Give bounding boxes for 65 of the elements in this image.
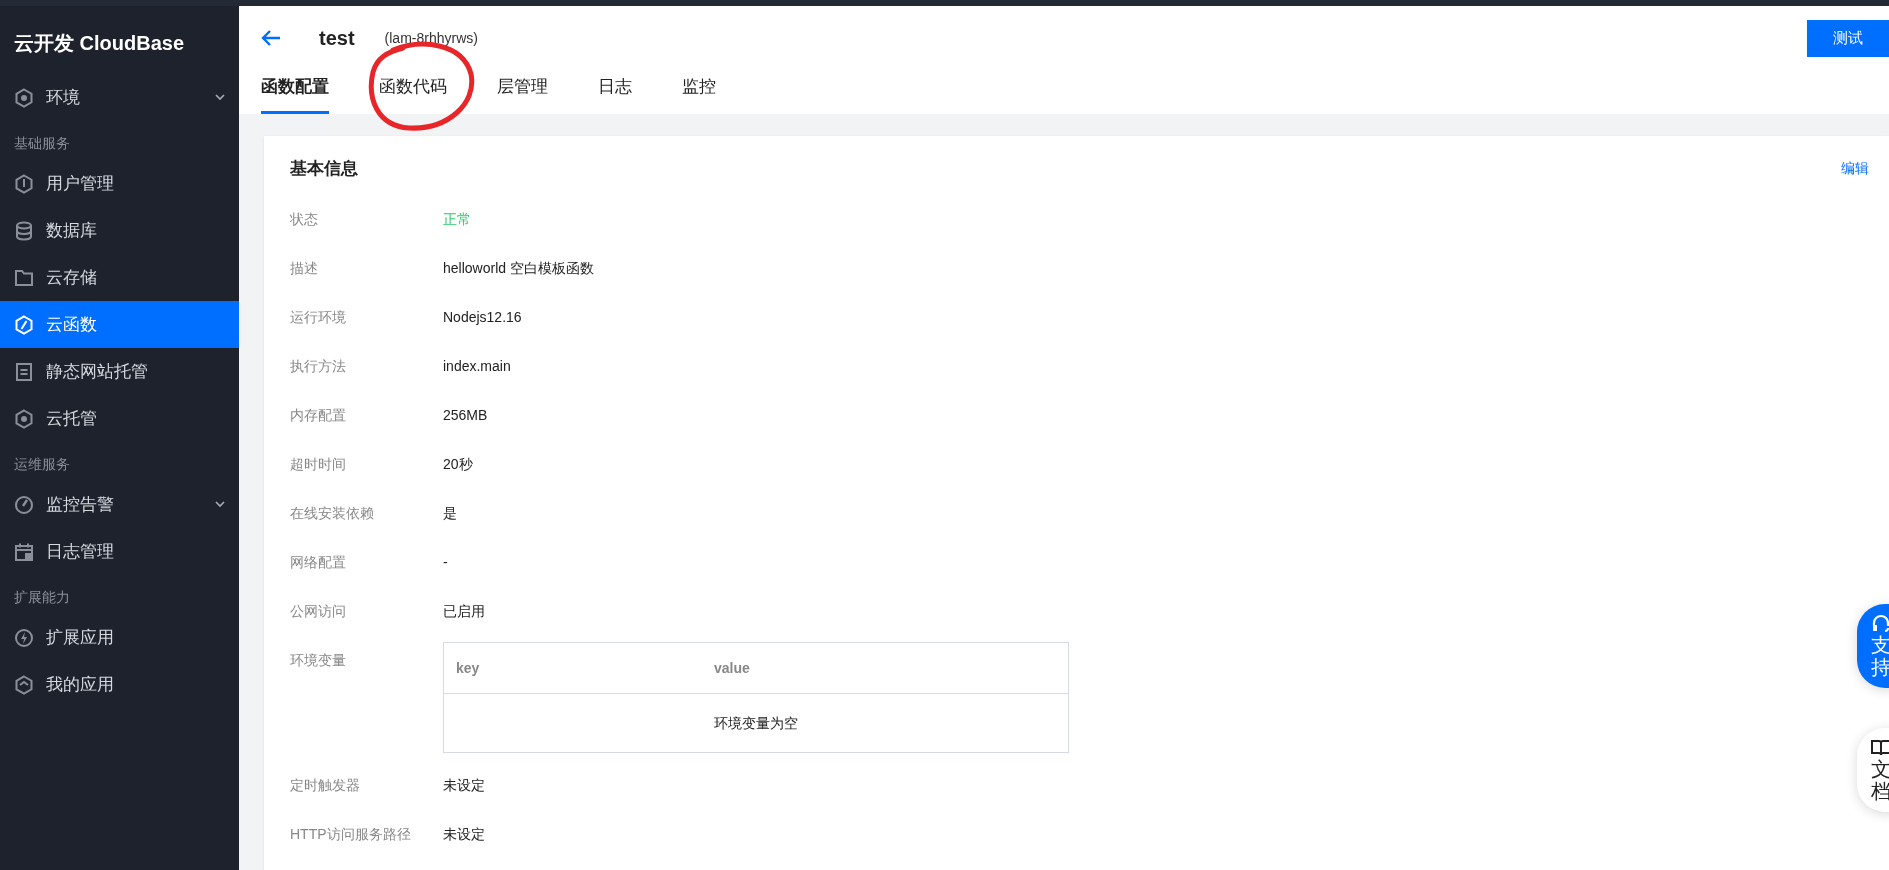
field-label: 网络配置 [290,553,347,572]
tab[interactable]: 监控 [682,64,716,114]
folder-icon [14,267,34,288]
section-heading: 运维服务 [13,455,71,474]
section-heading: 基础服务 [13,134,71,153]
edit-link[interactable]: 编辑 [1841,157,1869,179]
sidebar-item[interactable]: 数据库 [0,207,239,254]
database-icon [14,220,34,241]
field-label: 公网访问 [290,602,347,621]
tab[interactable]: 层管理 [497,64,548,114]
sidebar-item[interactable]: 监控告警 [0,481,239,528]
gauge-icon [14,494,34,515]
field-label: 描述 [290,259,319,278]
field-value: 未设定 [443,776,485,795]
tab[interactable]: 函数代码 [379,64,447,114]
field-value: 256MB [443,406,488,425]
tab[interactable]: 函数配置 [261,64,329,114]
back-arrow-icon[interactable] [261,29,281,47]
field-value: 未设定 [443,825,485,844]
hexagon-icon [14,87,34,108]
section-title: 基本信息 [290,157,358,180]
sidebar-item[interactable]: 我的应用 [0,661,239,708]
tab[interactable]: 日志 [598,64,632,114]
sidebar-item[interactable]: 日志管理 [0,528,239,575]
column-header: key [455,658,481,678]
field-value: helloworld 空白模板函数 [443,259,594,278]
column-header: value [714,658,750,678]
sidebar-item[interactable]: 静态网站托管 [0,348,239,395]
empty-message: 环境变量为空 [714,713,798,733]
field-label: 定时触发器 [290,776,361,795]
field-label: 内存配置 [290,406,347,425]
field-value: 已启用 [443,602,485,621]
lightning-icon [14,627,34,648]
brand-logo-text: 云开发 CloudBase [13,31,186,56]
calendar-icon [14,541,34,562]
box-icon [14,674,34,695]
sidebar-item[interactable]: 云存储 [0,254,239,301]
function-title: test [319,26,355,51]
document-icon [14,361,34,382]
field-value: 20秒 [443,455,473,474]
field-value: 是 [443,504,457,523]
book-icon [1871,738,1889,758]
sidebar-item[interactable]: 扩展应用 [0,614,239,661]
field-label: 在线安装依赖 [290,504,375,523]
field-value: Nodejs12.16 [443,308,522,327]
headset-icon [1871,614,1889,634]
field-value: index.main [443,357,511,376]
field-label: HTTP访问服务路径 [290,825,412,844]
hexagon-icon [14,408,34,429]
section-heading: 扩展能力 [13,588,71,607]
field-label: 运行环境 [290,308,347,327]
field-label: 执行方法 [290,357,347,376]
field-value: - [443,553,448,572]
shield-user-icon [14,173,34,194]
function-id: (lam-8rhhyrws) [384,28,478,48]
field-label: 状态 [290,210,319,229]
sidebar-item[interactable]: 用户管理 [0,160,239,207]
status-value: 正常 [443,210,471,229]
sidebar-item[interactable]: 云函数 [0,301,239,348]
field-label: 环境变量 [290,651,347,670]
test-button[interactable]: 测试 [1807,19,1889,57]
field-label: 超时时间 [290,455,347,474]
sidebar-item[interactable]: 云托管 [0,395,239,442]
function-icon [14,314,34,335]
sidebar-item[interactable]: 环境 [0,74,239,121]
